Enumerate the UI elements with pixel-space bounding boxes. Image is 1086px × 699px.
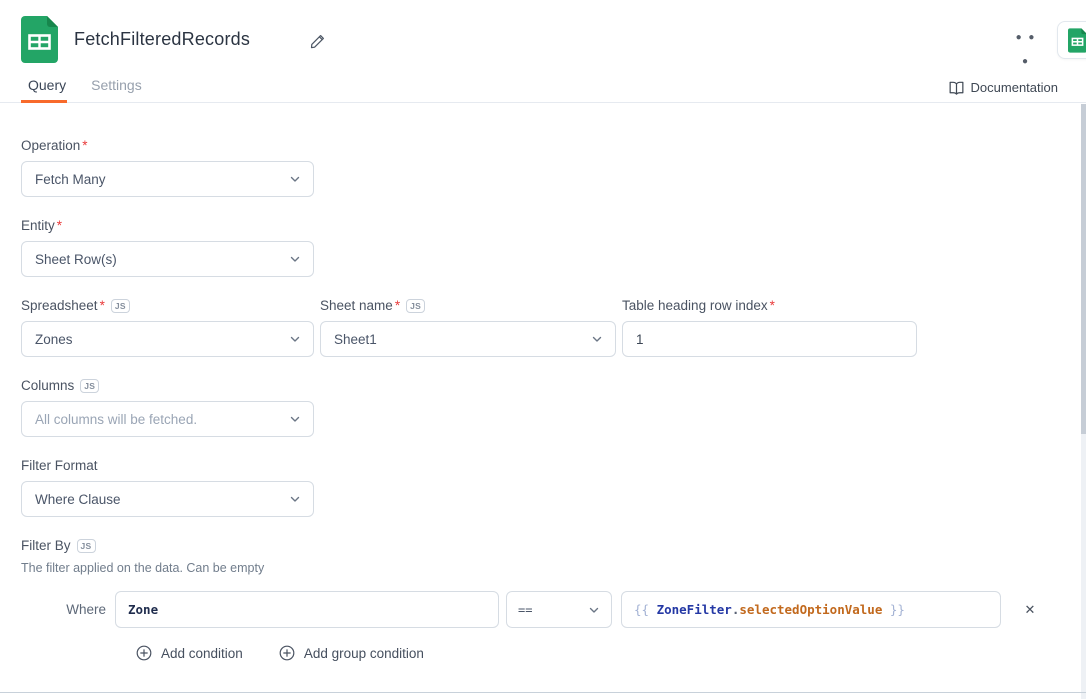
scrollbar-thumb[interactable] — [1081, 104, 1086, 434]
field-columns: Columns JS All columns will be fetched. — [21, 377, 1065, 437]
chevron-down-icon — [289, 253, 301, 265]
sheet-name-label: Sheet name* JS — [320, 297, 616, 314]
condition-actions-row: Add condition Add group condition — [136, 645, 1065, 661]
circle-plus-icon — [136, 645, 152, 661]
required-asterisk: * — [395, 297, 400, 314]
required-asterisk: * — [82, 137, 87, 154]
field-entity: Entity* Sheet Row(s) — [21, 217, 1065, 277]
code-object: ZoneFilter — [657, 602, 732, 617]
datasource-button[interactable] — [1057, 21, 1086, 59]
where-label: Where — [21, 602, 106, 617]
chevron-down-icon — [289, 333, 301, 345]
filter-format-select[interactable]: Where Clause — [21, 481, 314, 517]
columns-label: Columns JS — [21, 377, 1065, 394]
field-filter-by: Filter By JS The filter applied on the d… — [21, 537, 1065, 661]
documentation-label: Documentation — [971, 80, 1058, 95]
code-close-brace: }} — [882, 602, 905, 617]
tab-bar: Query Settings Documentation — [0, 64, 1086, 103]
js-toggle-badge[interactable]: JS — [111, 299, 130, 313]
more-options-icon[interactable]: ● ● ● — [1012, 26, 1040, 50]
chevron-down-icon — [289, 493, 301, 505]
tab-query[interactable]: Query — [28, 77, 66, 93]
tab-settings[interactable]: Settings — [91, 77, 142, 93]
remove-condition-button[interactable]: ✕ — [1019, 599, 1041, 621]
add-group-condition-button[interactable]: Add group condition — [279, 645, 424, 661]
condition-column-input[interactable] — [115, 591, 499, 628]
edit-title-button[interactable] — [305, 29, 329, 53]
entity-select[interactable]: Sheet Row(s) — [21, 241, 314, 277]
sheet-config-row: Spreadsheet* JS Zones Sheet name* JS She… — [21, 297, 1065, 357]
bottom-divider — [0, 692, 1086, 693]
query-form: Operation* Fetch Many Entity* Sheet Row(… — [0, 103, 1086, 661]
js-toggle-badge[interactable]: JS — [77, 539, 96, 553]
heading-row-index-label: Table heading row index* — [622, 297, 917, 314]
required-asterisk: * — [57, 217, 62, 234]
spreadsheet-label: Spreadsheet* JS — [21, 297, 314, 314]
documentation-link[interactable]: Documentation — [949, 80, 1058, 95]
js-toggle-badge[interactable]: JS — [406, 299, 425, 313]
operation-select[interactable]: Fetch Many — [21, 161, 314, 197]
code-open-brace: {{ — [634, 602, 657, 617]
chevron-down-icon — [289, 173, 301, 185]
operation-label: Operation* — [21, 137, 1065, 154]
js-toggle-badge[interactable]: JS — [80, 379, 99, 393]
chevron-down-icon — [591, 333, 603, 345]
required-asterisk: * — [100, 297, 105, 314]
pencil-icon — [309, 33, 326, 50]
code-property: selectedOptionValue — [739, 602, 882, 617]
header: FetchFilteredRecords ● ● ● — [0, 0, 1086, 64]
code-dot: . — [732, 602, 740, 617]
query-title: FetchFilteredRecords — [74, 29, 250, 50]
google-sheets-small-icon — [1068, 28, 1086, 53]
spreadsheet-select[interactable]: Zones — [21, 321, 314, 357]
columns-placeholder: All columns will be fetched. — [35, 412, 197, 427]
columns-select[interactable]: All columns will be fetched. — [21, 401, 314, 437]
condition-value-input[interactable]: {{ ZoneFilter.selectedOptionValue }} — [621, 591, 1001, 628]
book-icon — [949, 81, 964, 95]
field-spreadsheet: Spreadsheet* JS Zones — [21, 297, 314, 357]
filter-format-label: Filter Format — [21, 457, 1065, 474]
field-heading-row-index: Table heading row index* — [622, 297, 917, 357]
heading-row-index-input[interactable] — [622, 321, 917, 357]
google-sheets-icon — [21, 16, 58, 63]
filter-by-label: Filter By JS — [21, 537, 1065, 554]
field-filter-format: Filter Format Where Clause — [21, 457, 1065, 517]
active-tab-indicator — [21, 100, 67, 103]
query-editor: FetchFilteredRecords ● ● ● — [0, 0, 1086, 699]
add-condition-button[interactable]: Add condition — [136, 645, 243, 661]
where-condition-row: Where == {{ ZoneFilter.selectedOptionVal… — [21, 591, 1065, 628]
chevron-down-icon — [588, 604, 600, 616]
condition-operator-select[interactable]: == — [506, 591, 612, 628]
circle-plus-icon — [279, 645, 295, 661]
filter-by-helper-text: The filter applied on the data. Can be e… — [21, 561, 1065, 576]
field-sheet-name: Sheet name* JS Sheet1 — [320, 297, 616, 357]
required-asterisk: * — [770, 297, 775, 314]
field-operation: Operation* Fetch Many — [21, 137, 1065, 197]
chevron-down-icon — [289, 413, 301, 425]
entity-label: Entity* — [21, 217, 1065, 234]
sheet-name-select[interactable]: Sheet1 — [320, 321, 616, 357]
